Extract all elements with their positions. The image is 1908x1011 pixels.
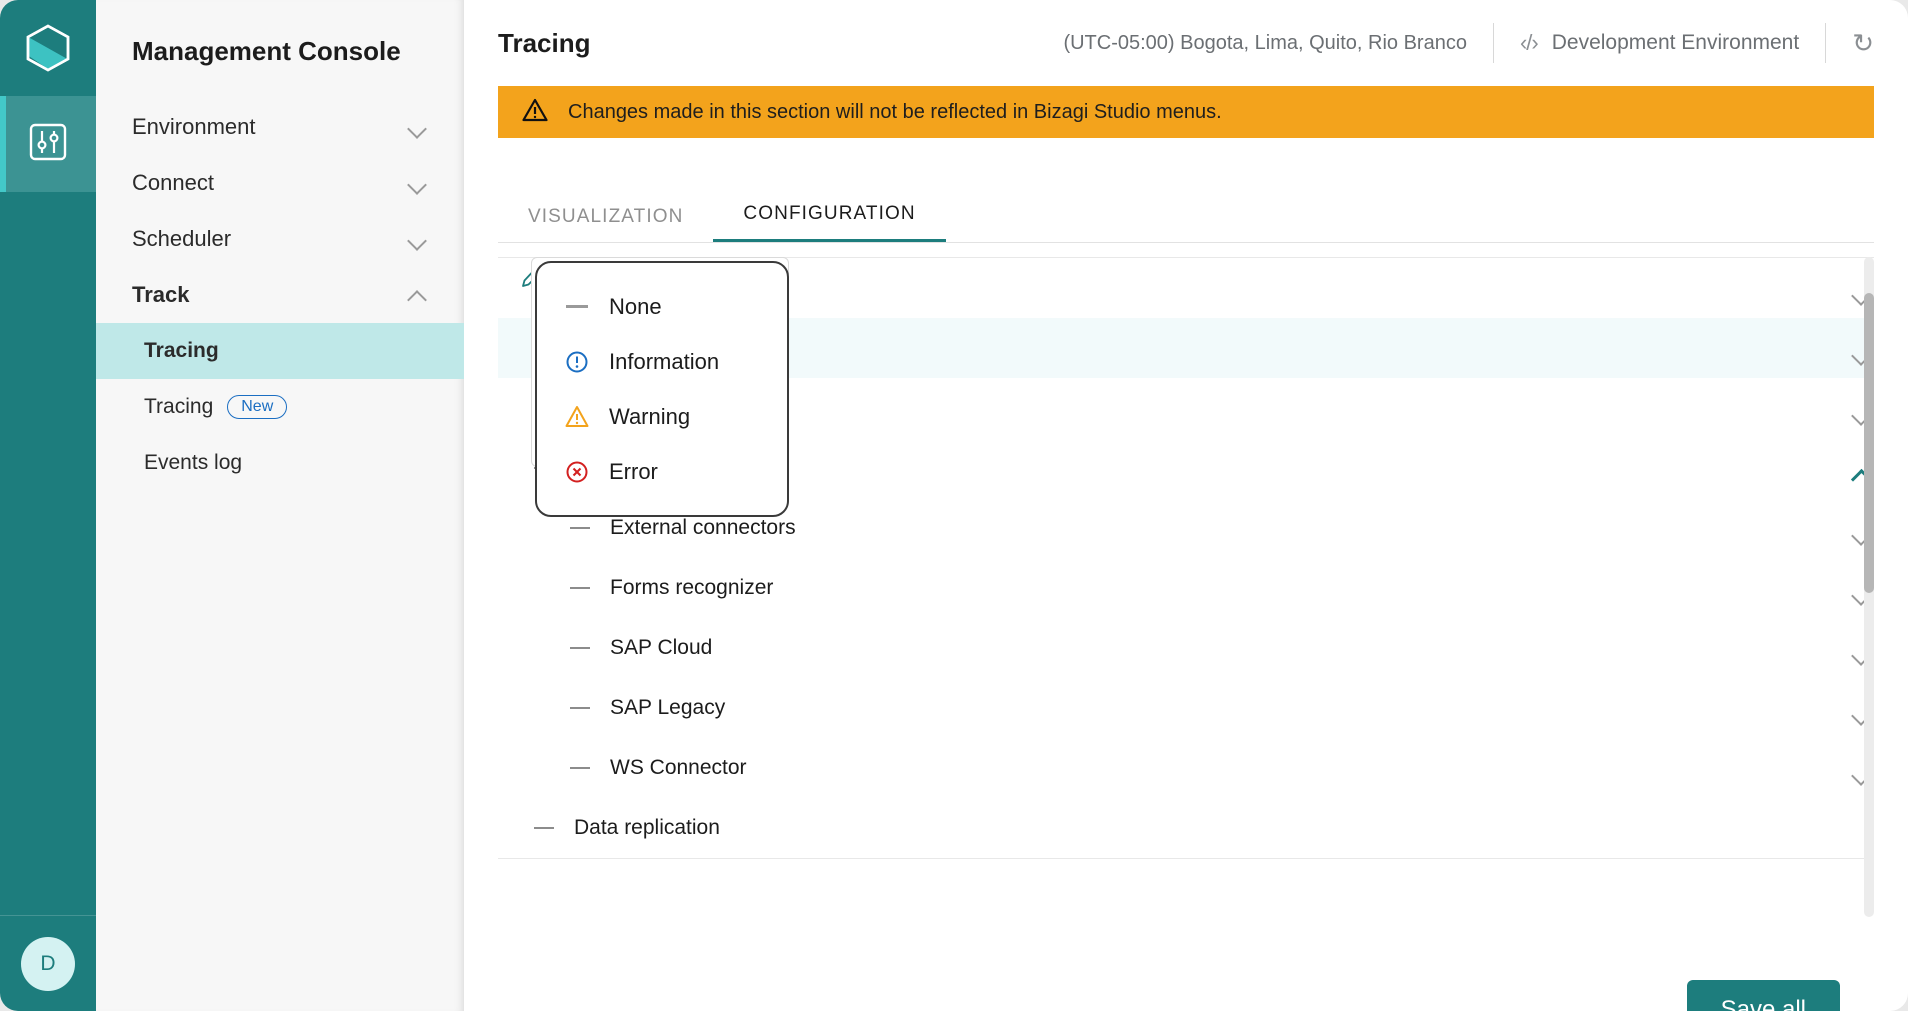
rail-item-management[interactable] [0, 96, 96, 192]
divider [1825, 23, 1827, 63]
divider [1492, 23, 1494, 63]
table-row-sap-legacy[interactable]: SAP Legacy [498, 678, 1874, 738]
tab-bar: VISUALIZATION CONFIGURATION [498, 193, 1874, 243]
scrollbar-track[interactable] [1864, 257, 1874, 917]
chevron-up-icon [408, 289, 428, 301]
environment-selector[interactable]: ‹/› Development Environment [1520, 30, 1799, 56]
user-avatar-area[interactable]: D [0, 915, 96, 1011]
topbar-right: (UTC-05:00) Bogota, Lima, Quito, Rio Bra… [1063, 23, 1874, 63]
status-badge: New [227, 395, 288, 419]
sidebar-item-tracing-new[interactable]: Tracing New [96, 379, 464, 435]
dash-icon [570, 586, 590, 589]
menu-item-warning[interactable]: Warning [537, 389, 787, 444]
sidebar-nav: Environment Connect Scheduler Track Trac… [96, 99, 464, 491]
menu-item-label: None [609, 293, 662, 319]
avatar[interactable]: D [21, 936, 75, 991]
warning-banner: Changes made in this section will not be… [498, 86, 1874, 138]
menu-item-label: Error [609, 458, 658, 484]
app-window: D Management Console Environment Connect… [0, 0, 1908, 1011]
sidebar-item-track[interactable]: Track [96, 267, 464, 323]
chevron-down-icon [408, 121, 428, 133]
warning-triangle-icon [522, 98, 548, 127]
sidebar-item-connect[interactable]: Connect [96, 155, 464, 211]
sidebar-item-label: Connect [132, 170, 214, 195]
sliders-settings-icon [27, 121, 69, 168]
dash-icon [565, 295, 589, 319]
tracing-config-list: Connectors External connectors Forms rec… [498, 257, 1874, 917]
timezone-label: (UTC-05:00) Bogota, Lima, Quito, Rio Bra… [1063, 31, 1467, 54]
page-title: Tracing [498, 27, 591, 58]
topbar: Tracing (UTC-05:00) Bogota, Lima, Quito,… [464, 0, 1908, 86]
row-label: Forms recognizer [610, 575, 774, 599]
save-all-button[interactable]: Save all [1686, 980, 1840, 1011]
environment-label: Development Environment [1551, 31, 1800, 54]
scrollbar-thumb[interactable] [1864, 293, 1874, 593]
dash-icon [570, 766, 590, 769]
banner-message: Changes made in this section will not be… [568, 100, 1222, 123]
sidebar-item-label: Scheduler [132, 226, 232, 251]
code-brackets-icon: ‹/› [1519, 30, 1539, 55]
table-row-forms-recognizer[interactable]: Forms recognizer [498, 558, 1874, 618]
bizagi-hexagon-logo-icon[interactable] [0, 0, 96, 96]
page-title: Management Console [132, 36, 401, 66]
refresh-icon[interactable]: ↻ [1852, 28, 1874, 59]
sidebar-item-label: Track [132, 282, 190, 307]
sidebar-item-label: Environment [132, 114, 256, 139]
sidebar-item-label: Tracing [144, 395, 214, 418]
menu-item-label: Information [609, 348, 720, 374]
row-label: SAP Cloud [610, 635, 713, 659]
dash-icon [570, 526, 590, 529]
sidebar-item-events-log[interactable]: Events log [96, 435, 464, 491]
warning-triangle-icon [565, 405, 589, 429]
main-panel: Tracing (UTC-05:00) Bogota, Lima, Quito,… [464, 0, 1908, 1011]
sidebar-item-scheduler[interactable]: Scheduler [96, 211, 464, 267]
icon-rail: D [0, 0, 96, 1011]
tab-visualization[interactable]: VISUALIZATION [498, 206, 713, 242]
sidebar-item-environment[interactable]: Environment [96, 99, 464, 155]
severity-dropdown-menu: None Information Warning Error [535, 261, 789, 517]
sidebar-item-label: Tracing [144, 339, 219, 362]
table-row-data-replication[interactable]: Data replication [498, 798, 1874, 858]
dash-icon [534, 826, 554, 829]
menu-item-none[interactable]: None [537, 279, 787, 334]
error-circle-icon [565, 460, 589, 484]
chevron-down-icon [408, 177, 428, 189]
row-label: Data replication [574, 815, 720, 839]
divider [498, 858, 1874, 859]
table-row-ws-connector[interactable]: WS Connector [498, 738, 1874, 798]
menu-item-label: Warning [609, 403, 691, 429]
row-label: SAP Legacy [610, 695, 726, 719]
chevron-down-icon [408, 233, 428, 245]
table-row-sap-cloud[interactable]: SAP Cloud [498, 618, 1874, 678]
dash-icon [570, 706, 590, 709]
row-label: WS Connector [610, 755, 747, 779]
row-label: External connectors [610, 515, 796, 539]
menu-item-error[interactable]: Error [537, 444, 787, 499]
menu-item-information[interactable]: Information [537, 334, 787, 389]
sidebar: Management Console Environment Connect S… [96, 0, 464, 1011]
sidebar-item-tracing[interactable]: Tracing [96, 323, 464, 379]
dash-icon [570, 646, 590, 649]
tab-configuration[interactable]: CONFIGURATION [713, 203, 946, 242]
info-circle-icon [565, 350, 589, 374]
sidebar-item-label: Events log [144, 451, 243, 474]
